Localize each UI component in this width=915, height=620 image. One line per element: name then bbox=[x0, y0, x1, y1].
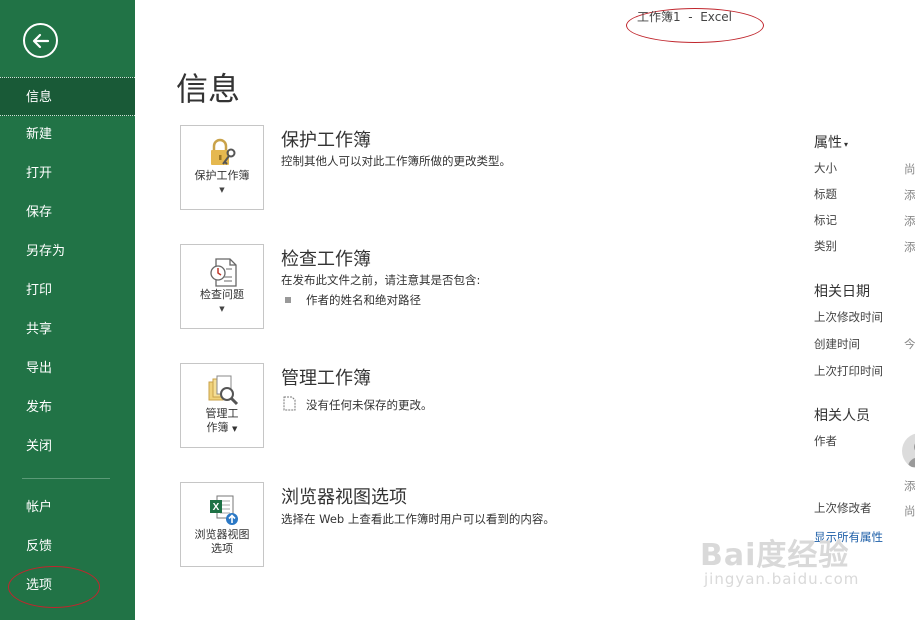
date-value-created: 今 bbox=[904, 337, 915, 351]
manage-workbook-button[interactable]: 管理工 作簿 ▼ bbox=[180, 363, 264, 448]
sidebar-item-info[interactable]: 信息 bbox=[0, 77, 135, 116]
check-issues-label: 检查问题 bbox=[200, 288, 244, 301]
manage-workbook-label-line2: 作簿 bbox=[206, 421, 229, 434]
browser-view-title: 浏览器视图选项 bbox=[281, 487, 407, 508]
document-dashed-icon bbox=[283, 396, 296, 411]
avatar bbox=[902, 433, 915, 469]
property-label-title: 标题 bbox=[814, 187, 837, 201]
sidebar-item-close[interactable]: 关闭 bbox=[0, 427, 135, 466]
protect-workbook-description: 控制其他人可以对此工作簿所做的更改类型。 bbox=[281, 154, 511, 168]
chevron-down-icon: ▼ bbox=[232, 425, 238, 433]
person-icon bbox=[908, 443, 915, 467]
sidebar-item-open[interactable]: 打开 bbox=[0, 154, 135, 193]
date-label-last-modified: 上次修改时间 bbox=[814, 310, 883, 324]
browser-view-label-line2: 选项 bbox=[211, 542, 233, 555]
manage-workbook-description: 没有任何未保存的更改。 bbox=[306, 398, 433, 412]
backstage-sidebar: 信息 新建 打开 保存 另存为 打印 共享 导出 发布 关闭 帐户 反馈 选项 bbox=[0, 0, 135, 620]
sidebar-item-save[interactable]: 保存 bbox=[0, 193, 135, 232]
property-value-tags[interactable]: 添 bbox=[904, 213, 915, 229]
sidebar-item-feedback[interactable]: 反馈 bbox=[0, 527, 135, 566]
manage-workbook-label: 管理工 作簿 ▼ bbox=[181, 407, 263, 436]
window-title: 工作簿1 - Excel bbox=[637, 10, 733, 24]
sidebar-divider bbox=[22, 478, 110, 479]
date-label-created: 创建时间 bbox=[814, 337, 860, 351]
people-value-author-add[interactable]: 添 bbox=[904, 478, 915, 494]
property-label-tags: 标记 bbox=[814, 213, 837, 227]
bullet-marker bbox=[285, 292, 291, 306]
browser-view-options-label: 浏览器视图 选项 bbox=[181, 528, 263, 556]
related-people-heading: 相关人员 bbox=[814, 408, 870, 424]
properties-heading[interactable]: 属性 ▾ bbox=[814, 132, 848, 152]
protect-workbook-title: 保护工作簿 bbox=[281, 130, 371, 151]
watermark-sub-text: jingyan.baidu.com bbox=[704, 570, 860, 588]
chevron-down-icon: ▾ bbox=[844, 140, 849, 149]
browser-view-description: 选择在 Web 上查看此工作簿时用户可以看到的内容。 bbox=[281, 512, 555, 526]
browser-view-options-button[interactable]: X 浏览器视图 选项 bbox=[180, 482, 264, 567]
check-issues-button[interactable]: 检查问题 ▼ bbox=[180, 244, 264, 329]
sidebar-item-export[interactable]: 导出 bbox=[0, 349, 135, 388]
protect-workbook-button[interactable]: 保护工作簿 ▼ bbox=[180, 125, 264, 210]
page-title: 信息 bbox=[176, 70, 241, 108]
inspect-workbook-description: 在发布此文件之前，请注意其是否包含: bbox=[281, 273, 481, 287]
sidebar-item-publish[interactable]: 发布 bbox=[0, 388, 135, 427]
people-label-last-modified-by: 上次修改者 bbox=[814, 501, 872, 515]
sidebar-item-account[interactable]: 帐户 bbox=[0, 488, 135, 527]
svg-text:X: X bbox=[213, 502, 220, 513]
inspect-workbook-title: 检查工作簿 bbox=[281, 249, 371, 270]
sidebar-item-share[interactable]: 共享 bbox=[0, 310, 135, 349]
people-label-author: 作者 bbox=[814, 434, 837, 448]
back-button[interactable] bbox=[23, 23, 58, 58]
sidebar-item-options[interactable]: 选项 bbox=[0, 566, 135, 605]
chevron-down-icon: ▼ bbox=[219, 305, 225, 313]
browser-view-label-line1: 浏览器视图 bbox=[194, 528, 250, 541]
property-label-category: 类别 bbox=[814, 239, 837, 253]
arrow-left-icon bbox=[32, 33, 49, 48]
protect-workbook-label: 保护工作簿 bbox=[194, 169, 250, 182]
sidebar-item-save-as[interactable]: 另存为 bbox=[0, 232, 135, 271]
show-all-properties-link[interactable]: 显示所有属性 bbox=[814, 529, 883, 545]
properties-heading-text: 属性 bbox=[814, 135, 842, 151]
manage-workbook-title: 管理工作簿 bbox=[281, 368, 371, 389]
chevron-down-icon: ▼ bbox=[219, 186, 225, 194]
property-value-title[interactable]: 添 bbox=[904, 187, 915, 203]
people-value-last-modified-by: 尚 bbox=[904, 504, 915, 518]
property-value-size: 尚 bbox=[904, 162, 915, 176]
property-value-category[interactable]: 添 bbox=[904, 239, 915, 255]
sidebar-item-print[interactable]: 打印 bbox=[0, 271, 135, 310]
inspect-bullet-author-path: 作者的姓名和绝对路径 bbox=[306, 293, 421, 307]
excel-browser-view-icon: X bbox=[210, 495, 238, 525]
manage-versions-icon bbox=[208, 375, 239, 406]
sidebar-item-new[interactable]: 新建 bbox=[0, 115, 135, 154]
related-dates-heading: 相关日期 bbox=[814, 284, 870, 300]
lock-key-icon bbox=[211, 138, 236, 165]
inspect-document-icon bbox=[210, 258, 237, 287]
manage-workbook-label-line1: 管理工 bbox=[205, 407, 239, 420]
date-label-last-printed: 上次打印时间 bbox=[814, 364, 883, 378]
property-label-size: 大小 bbox=[814, 161, 837, 175]
